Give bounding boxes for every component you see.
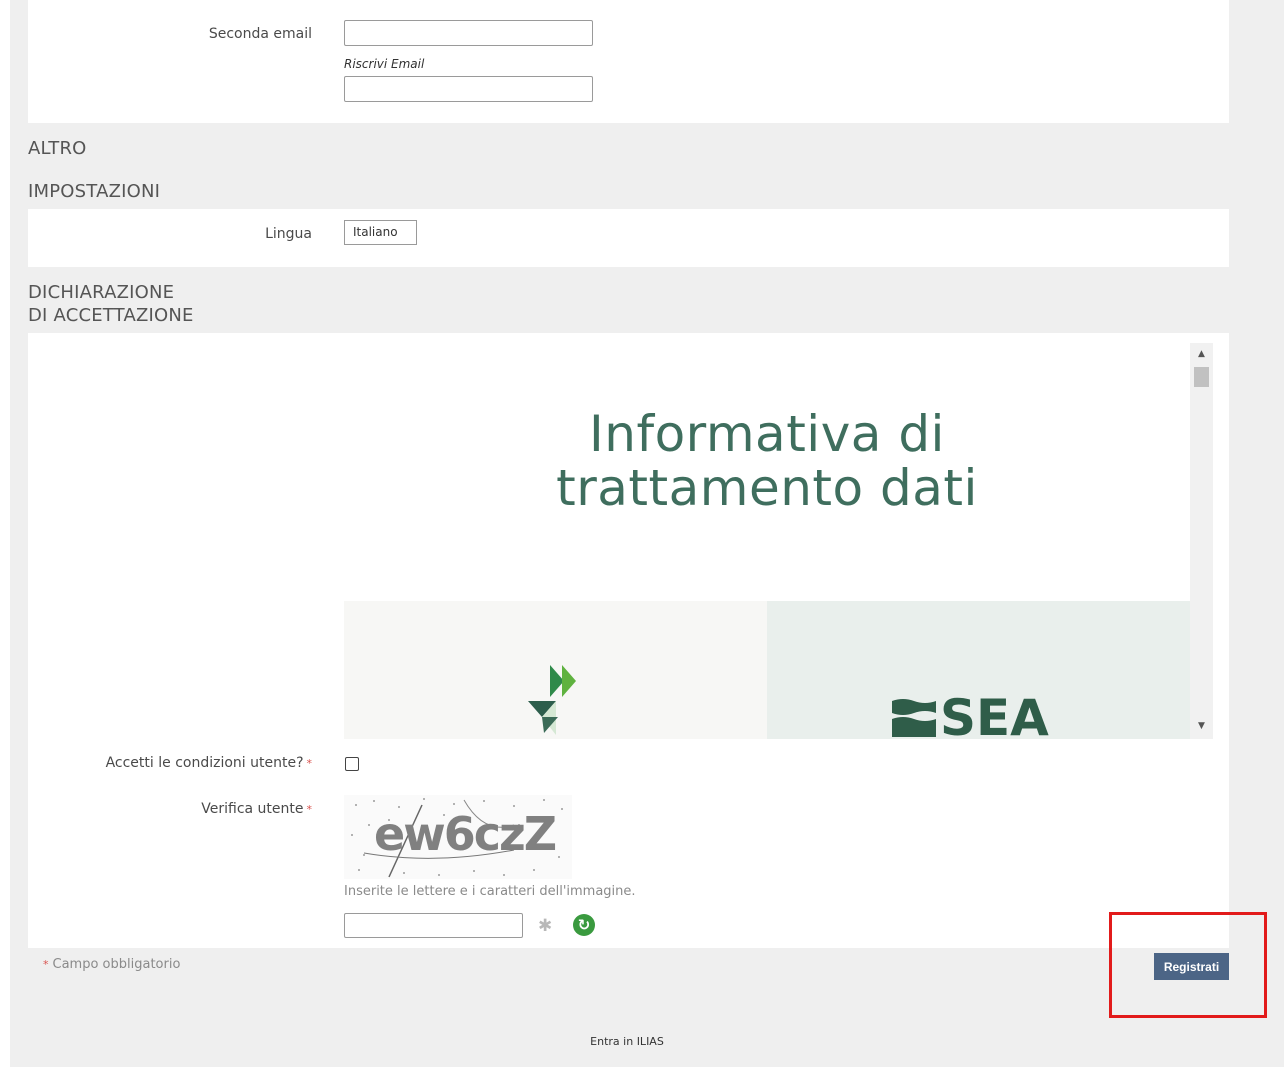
terms-scrollbar[interactable]: ▲ ▼ [1190,343,1213,739]
language-select[interactable]: Italiano [344,220,417,245]
terms-document-frame[interactable]: Informativa di trattamento dati SEA ▲ ▼ [344,343,1213,739]
accept-checkbox[interactable] [345,757,359,771]
refresh-icon[interactable]: ↻ [573,914,595,936]
accept-label: Accetti le condizioni utente? * [40,755,312,771]
accept-label-text: Accetti le condizioni utente? [105,755,304,771]
required-note: * Campo obbligatorio [43,957,180,972]
accept-required-mark: * [306,757,313,770]
captcha-label-text: Verifica utente [201,801,304,817]
terms-title: Informativa di trattamento dati [344,407,1190,515]
terms-title-line2: trattamento dati [556,459,978,517]
scroll-down-icon[interactable]: ▼ [1190,721,1213,731]
puzzle-icon[interactable]: ✱ [538,916,552,936]
captcha-label: Verifica utente * [100,801,312,817]
email-panel [28,0,1229,123]
retype-email-input[interactable] [344,76,593,102]
arrows-logo-icon [528,665,576,735]
captcha-input[interactable] [344,913,523,938]
captcha-image: ew6czZ [344,795,572,879]
captcha-hint: Inserite le lettere e i caratteri dell'i… [344,884,636,899]
terms-title-line1: Informativa di [589,405,945,463]
sea-logo-text: SEA [940,689,1049,739]
login-link[interactable]: Entra in ILIAS [0,1035,1254,1048]
highlight-box [1109,912,1267,1018]
captcha-text: ew6czZ [374,807,557,861]
section-title-settings: IMPOSTAZIONI [28,181,161,202]
captcha-required-mark: * [306,803,313,816]
second-email-label: Seconda email [208,26,312,42]
section-title-declaration-line1: DICHIARAZIONE [28,282,175,303]
logo-right-panel: SEA [767,601,1190,739]
logo-left-panel [344,601,767,739]
section-title-other: ALTRO [28,138,87,159]
required-note-mark: * [43,958,49,971]
language-label: Lingua [265,226,312,242]
scroll-thumb[interactable] [1194,367,1209,387]
sea-wave-icon [892,699,936,737]
second-email-input[interactable] [344,20,593,46]
scroll-up-icon[interactable]: ▲ [1190,349,1213,359]
section-title-declaration-line2: DI ACCETTAZIONE [28,305,194,326]
retype-email-label: Riscrivi Email [344,57,425,71]
required-note-text: Campo obbligatorio [52,957,181,972]
